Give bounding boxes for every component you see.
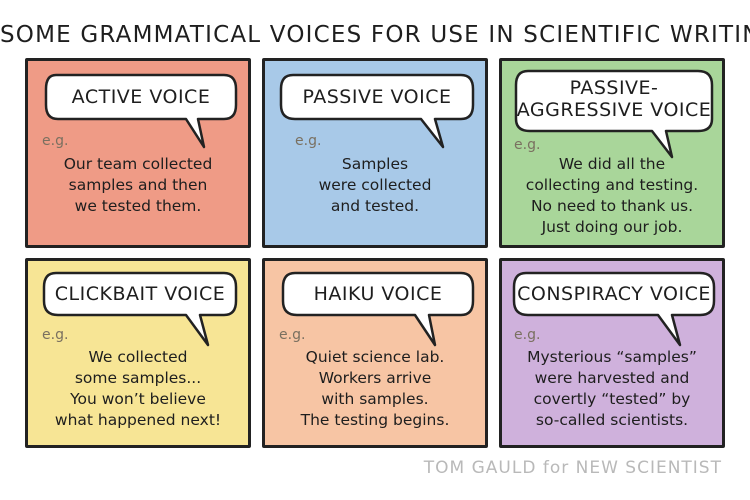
credit-artist: TOM GAULD bbox=[423, 458, 537, 478]
eg-label: e.g. bbox=[295, 133, 322, 149]
panel-heading: CLICKBAIT VOICE bbox=[54, 283, 226, 305]
eg-label: e.g. bbox=[279, 327, 306, 343]
panel-passive-aggressive-voice: PASSIVE- AGGRESSIVE VOICE e.g. We did al… bbox=[499, 58, 725, 248]
panel-heading: PASSIVE- AGGRESSIVE VOICE bbox=[516, 77, 712, 121]
credit-for: for bbox=[542, 458, 570, 478]
example-text: Mysterious “samples” were harvested and … bbox=[527, 348, 697, 429]
panel-heading: HAIKU VOICE bbox=[313, 283, 443, 305]
example-text: Our team collected samples and then we t… bbox=[63, 155, 213, 215]
panel-active-voice: ACTIVE VOICE e.g. Our team collected sam… bbox=[25, 58, 251, 248]
panel-heading: CONSPIRACY VOICE bbox=[517, 283, 711, 305]
example-text: We collected some samples... You won’t b… bbox=[54, 348, 222, 429]
panel-passive-voice: PASSIVE VOICE e.g. Samples were collecte… bbox=[262, 58, 488, 248]
example-text: We did all the collecting and testing. N… bbox=[525, 155, 699, 236]
example-text: Quiet science lab. Workers arrive with s… bbox=[300, 348, 450, 429]
panel-heading: ACTIVE VOICE bbox=[71, 86, 211, 108]
panel-clickbait-voice: CLICKBAIT VOICE e.g. We collected some s… bbox=[25, 258, 251, 448]
eg-label: e.g. bbox=[42, 327, 69, 343]
comic-title: SOME GRAMMATICAL VOICES FOR USE IN SCIEN… bbox=[0, 22, 750, 48]
panel-heading: PASSIVE VOICE bbox=[302, 86, 452, 108]
credit-publication: NEW SCIENTIST bbox=[575, 458, 722, 478]
panel-haiku-voice: HAIKU VOICE e.g. Quiet science lab. Work… bbox=[262, 258, 488, 448]
panel-conspiracy-voice: CONSPIRACY VOICE e.g. Mysterious “sample… bbox=[499, 258, 725, 448]
example-text: Samples were collected and tested. bbox=[318, 155, 432, 215]
eg-label: e.g. bbox=[42, 133, 69, 149]
eg-label: e.g. bbox=[514, 137, 541, 153]
artist-credit: TOM GAULD for NEW SCIENTIST bbox=[424, 458, 722, 478]
eg-label: e.g. bbox=[514, 327, 541, 343]
